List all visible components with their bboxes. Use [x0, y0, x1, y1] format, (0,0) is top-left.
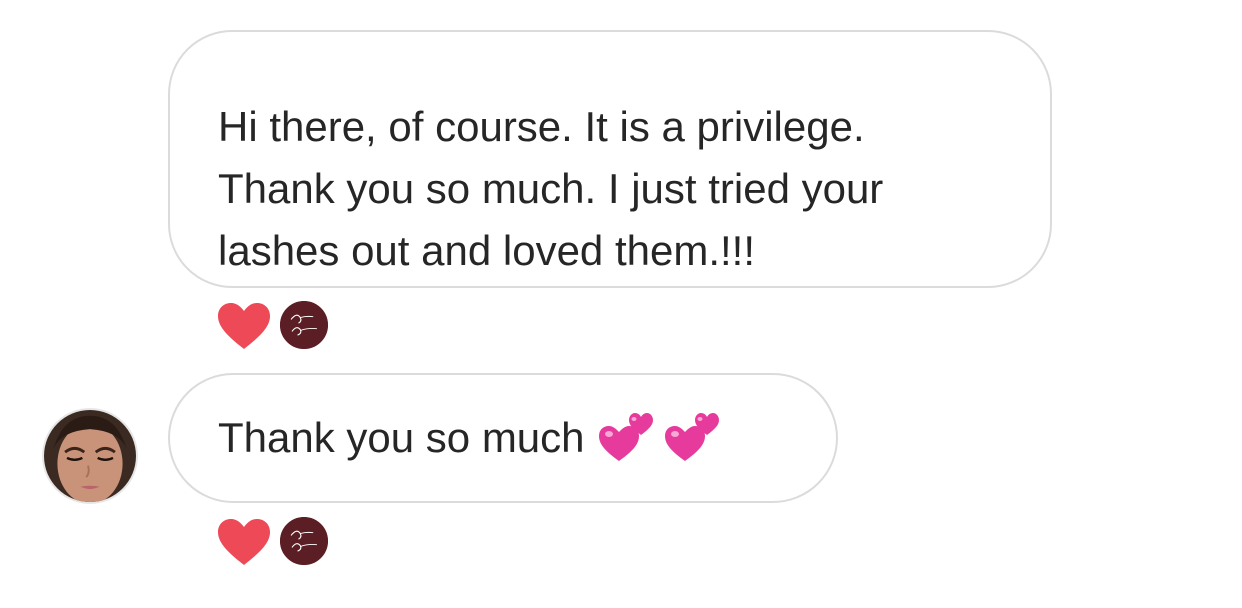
message-1-line-1: Hi there, of course. It is a privilege. — [218, 103, 865, 150]
message-1-line-2: Thank you so much. I just tried your — [218, 165, 884, 212]
message-bubble-2[interactable]: Thank you so much — [168, 373, 838, 503]
message-2-reactions[interactable] — [216, 515, 336, 567]
two-hearts-emoji — [598, 413, 653, 461]
luma-lashes-logo — [280, 517, 328, 565]
sender-face-avatar — [44, 410, 136, 502]
message-1-line-3: lashes out and loved them.!!! — [218, 227, 755, 274]
luma-lashes-avatar — [278, 515, 330, 567]
sender-avatar[interactable] — [42, 408, 138, 504]
message-2-text: Thank you so much — [218, 414, 585, 461]
two-hearts-emoji — [664, 413, 719, 461]
heart-icon — [218, 519, 270, 565]
emoji-group — [597, 409, 719, 465]
heart-icon — [218, 303, 270, 349]
message-bubble-1[interactable]: Hi there, of course. It is a privilege. … — [168, 30, 1052, 288]
luma-lashes-logo — [280, 301, 328, 349]
luma-lashes-avatar — [278, 299, 330, 351]
message-1-reactions[interactable] — [216, 299, 336, 351]
